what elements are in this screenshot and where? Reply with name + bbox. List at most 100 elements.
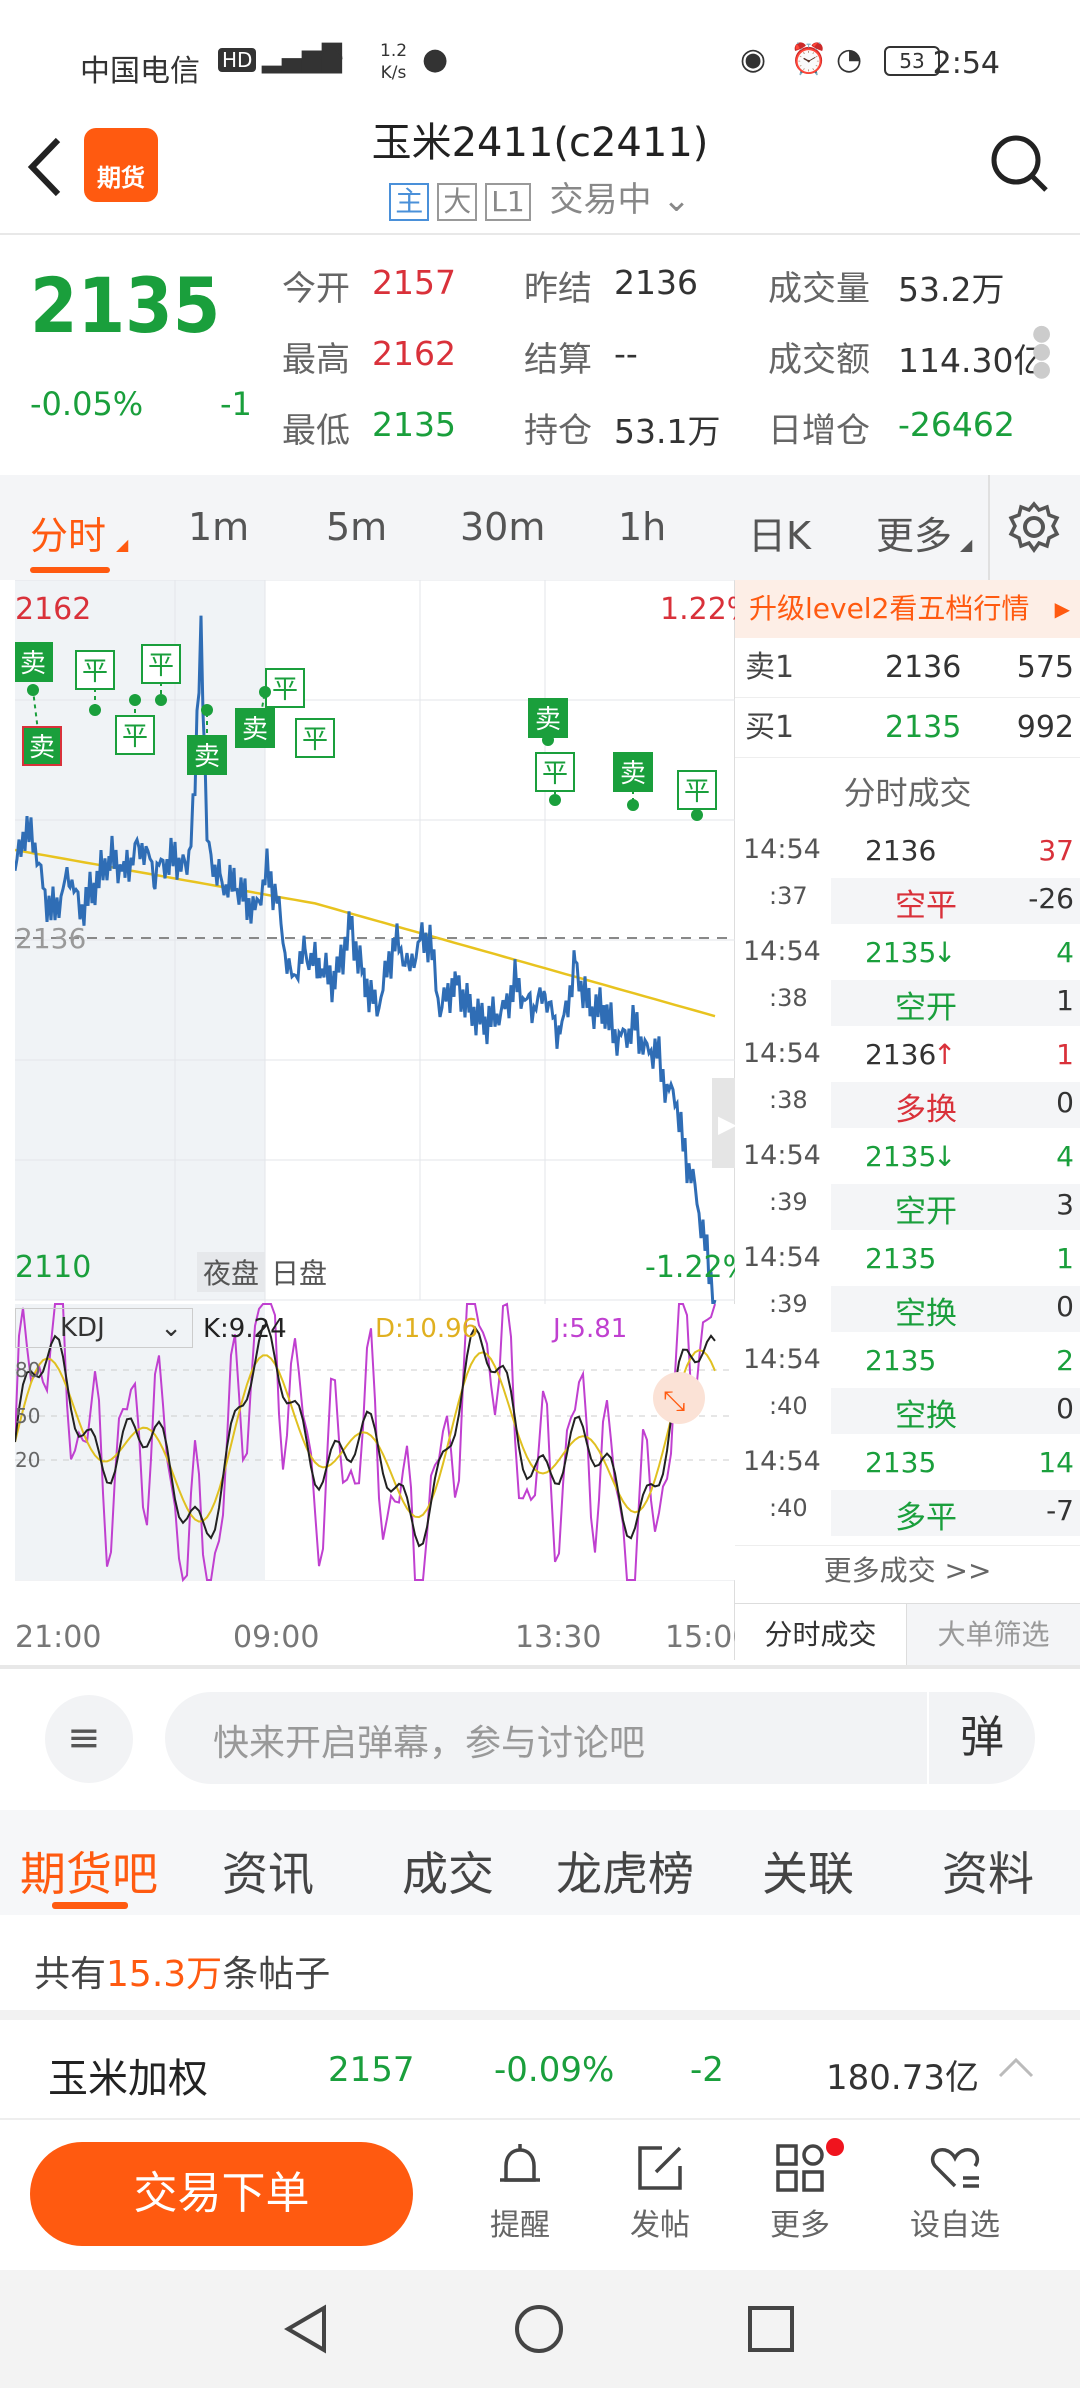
chart-canvas: 卖平平平卖 平卖卖 平卖平 卖平 ▶ ⤡ bbox=[13, 579, 738, 1583]
tab-news[interactable]: 资讯 bbox=[222, 1838, 314, 1904]
more-button[interactable]: 更多 bbox=[760, 2138, 844, 2250]
tab-5m[interactable]: 5m bbox=[326, 505, 387, 549]
nav-back-icon[interactable] bbox=[280, 2302, 334, 2356]
status-bar: 中国电信 HD ▂▄▆█ ◠ 1.2 K/s ● ◉ ⏰ ◔ 53 2:54 bbox=[0, 0, 1080, 110]
tab-profile[interactable]: 资料 bbox=[942, 1838, 1034, 1904]
kdj-k-value: K:9.24 bbox=[203, 1314, 287, 1344]
trade-point bbox=[89, 704, 101, 716]
indicator-select[interactable]: KDJ ⌄ bbox=[15, 1308, 193, 1348]
order-side-panel: 升级level2看五档行情 ▶ 卖1 2136 575 买1 2135 992 分… bbox=[735, 580, 1080, 1665]
l1-tag: L1 bbox=[485, 183, 531, 221]
add-watchlist-button[interactable]: 设自选 bbox=[900, 2140, 1010, 2250]
tab-timeshare[interactable]: 分时 bbox=[30, 505, 106, 560]
tick-price: 2135 bbox=[865, 1446, 937, 1479]
section-active-indicator bbox=[52, 1902, 128, 1909]
nav-recents-icon[interactable] bbox=[744, 2302, 798, 2356]
timeshare-chart[interactable]: 卖平平平卖平卖卖平卖平卖平 ▶ ⤡ 2162 1.22% 2136 2110 -… bbox=[13, 579, 755, 1660]
comment-input[interactable]: 快来开启弹幕，参与讨论吧 弹 bbox=[165, 1692, 1035, 1784]
posts-count: 共有15.3万条帖子 bbox=[34, 1954, 331, 1995]
more-dots-icon[interactable]: ● ● ● bbox=[1032, 323, 1051, 381]
tab-related[interactable]: 关联 bbox=[762, 1838, 854, 1904]
tick-oi-change: 0 bbox=[1056, 1392, 1074, 1425]
tab-timeshare-corner-icon: ◢ bbox=[116, 535, 129, 554]
alert-button[interactable]: 提醒 bbox=[480, 2140, 560, 2250]
trade-marker-label: 平 bbox=[542, 759, 568, 789]
net-speed: 1.2 K/s bbox=[380, 41, 408, 83]
trade-marker-label: 卖 bbox=[242, 715, 268, 745]
tick-volume: 2 bbox=[1056, 1344, 1074, 1377]
tick-oi-change: -26 bbox=[1028, 882, 1074, 915]
tick-seconds: :39 bbox=[769, 1188, 808, 1216]
trade-marker-label: 平 bbox=[122, 722, 148, 752]
section-tabs: 期货吧 资讯 成交 龙虎榜 关联 资料 bbox=[0, 1810, 1080, 1915]
chevron-up-icon[interactable] bbox=[996, 2056, 1036, 2080]
header: 期货 玉米2411(c2411) 主大 L1 交易中 ⌄ bbox=[0, 110, 1080, 235]
tab-1h[interactable]: 1h bbox=[618, 505, 666, 549]
tab-ticks[interactable]: 分时成交 bbox=[735, 1603, 907, 1665]
tick-price: 2135 bbox=[865, 936, 937, 969]
trade-marker-label: 卖 bbox=[620, 759, 646, 789]
tick-row: 14:54 :37 2136 37 空平 -26 bbox=[735, 828, 1080, 930]
time-tick-morning: 09:00 bbox=[233, 1620, 320, 1655]
tick-seconds: :38 bbox=[769, 984, 808, 1012]
search-icon[interactable] bbox=[988, 132, 1052, 196]
tick-row: 14:54 :40 2135 2 空换 0 bbox=[735, 1338, 1080, 1440]
tick-oi-change: 3 bbox=[1056, 1188, 1074, 1221]
tick-seconds: :37 bbox=[769, 882, 808, 910]
ticks-title: 分时成交 bbox=[843, 774, 972, 812]
oi-label: 持仓 bbox=[524, 411, 592, 451]
chart-tabs: 分时 ◢ 1m 5m 30m 1h 日K 更多 ◢ bbox=[0, 475, 1080, 580]
trade-marker-label: 平 bbox=[302, 725, 328, 755]
trade-marker-label: 平 bbox=[272, 675, 298, 705]
low-label: 最低 bbox=[282, 411, 350, 451]
tab-30m[interactable]: 30m bbox=[460, 505, 545, 549]
tick-seconds: :39 bbox=[769, 1290, 808, 1318]
alarm-icon: ⏰ bbox=[790, 42, 828, 77]
comment-placeholder: 快来开启弹幕，参与讨论吧 bbox=[213, 1723, 646, 1764]
settle-label: 结算 bbox=[524, 340, 592, 380]
upgrade-level2-banner[interactable]: 升级level2看五档行情 ▶ bbox=[735, 580, 1080, 638]
trade-point bbox=[627, 799, 639, 811]
oi-change-value: -26462 bbox=[898, 405, 1015, 444]
tab-trades[interactable]: 成交 bbox=[402, 1838, 494, 1904]
quote-panel: 2135 -0.05% -1 今开 2157 昨结 2136 成交量 53.2万… bbox=[0, 235, 1080, 475]
tab-big-orders[interactable]: 大单筛选 bbox=[907, 1603, 1080, 1665]
tick-time: 14:54 bbox=[743, 834, 821, 865]
change-value: -1 bbox=[220, 385, 252, 423]
contract-tags[interactable]: 主大 L1 交易中 ⌄ bbox=[0, 172, 1080, 221]
page-title: 玉米2411(c2411) bbox=[371, 120, 709, 166]
related-weighted-row[interactable]: 玉米加权 2157 -0.09% -2 180.73亿 bbox=[0, 2020, 1080, 2120]
danmaku-settings-button[interactable]: ≡ bbox=[45, 1695, 133, 1783]
tick-price: 2135 bbox=[865, 1344, 937, 1377]
chart-ref-price: 2136 bbox=[15, 922, 87, 955]
oi-value: 53.1万 bbox=[614, 412, 721, 451]
caret-right-icon: ▶ bbox=[1054, 597, 1070, 621]
kdj-j-value: J:5.81 bbox=[553, 1314, 628, 1344]
tab-daily-k[interactable]: 日K bbox=[748, 505, 811, 560]
more-ticks-link[interactable]: 更多成交 >> bbox=[735, 1545, 1080, 1595]
danmaku-toggle[interactable]: 弹 bbox=[927, 1692, 1035, 1784]
tab-more[interactable]: 更多 bbox=[876, 505, 952, 560]
expand-arrow-icon: ⤡ bbox=[663, 1384, 685, 1417]
tab-dragon-tiger[interactable]: 龙虎榜 bbox=[556, 1838, 694, 1904]
related-change: -2 bbox=[690, 2050, 724, 2090]
high-label: 最高 bbox=[282, 340, 350, 380]
tab-futures-forum[interactable]: 期货吧 bbox=[20, 1838, 158, 1904]
tick-time: 14:54 bbox=[743, 1446, 821, 1477]
gear-icon[interactable] bbox=[1008, 501, 1060, 553]
trade-order-button[interactable]: 交易下单 bbox=[30, 2142, 413, 2246]
tick-type: 多换 bbox=[895, 1092, 957, 1128]
post-button[interactable]: 发帖 bbox=[620, 2140, 700, 2250]
nav-home-icon[interactable] bbox=[512, 2302, 566, 2356]
tick-volume: 1 bbox=[1056, 1038, 1074, 1071]
tick-arrow-icon: ↓ bbox=[933, 936, 957, 969]
change-pct: -0.05% bbox=[30, 385, 144, 423]
trade-marker-label: 平 bbox=[148, 651, 174, 681]
tick-arrow-icon: ↑ bbox=[933, 1038, 957, 1071]
chevron-down-icon: ⌄ bbox=[160, 1313, 182, 1343]
trade-point bbox=[549, 794, 561, 806]
tab-1m[interactable]: 1m bbox=[188, 505, 249, 549]
tick-row: 14:54 :39 2135 ↓ 4 空开 3 bbox=[735, 1134, 1080, 1236]
related-name: 玉米加权 bbox=[48, 2056, 208, 2102]
tick-row: 14:54 :39 2135 1 空换 0 bbox=[735, 1236, 1080, 1338]
